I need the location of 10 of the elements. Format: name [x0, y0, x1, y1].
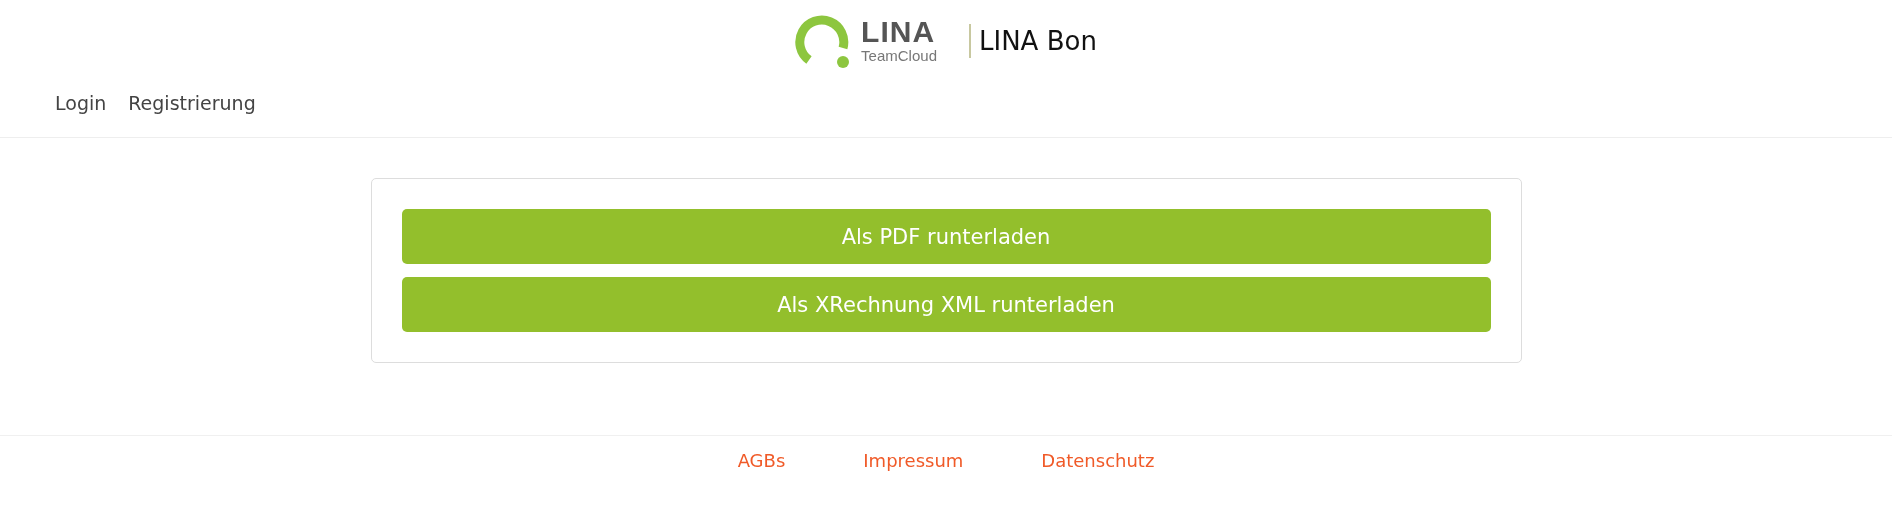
- nav-link[interactable]: Login: [55, 92, 107, 116]
- logo-name: LINA: [861, 17, 936, 47]
- footer-link[interactable]: Datenschutz: [1041, 450, 1155, 471]
- nav-link[interactable]: Registrierung: [128, 92, 256, 116]
- download-button[interactable]: Als PDF runterladen: [401, 209, 1491, 264]
- logo-subtitle: TeamCloud: [861, 47, 937, 65]
- page-title: LINA Bon: [979, 26, 1097, 56]
- footer-link[interactable]: Impressum: [863, 450, 964, 471]
- download-button[interactable]: Als XRechnung XML runterladen: [401, 277, 1491, 332]
- footer-link[interactable]: AGBs: [737, 450, 786, 471]
